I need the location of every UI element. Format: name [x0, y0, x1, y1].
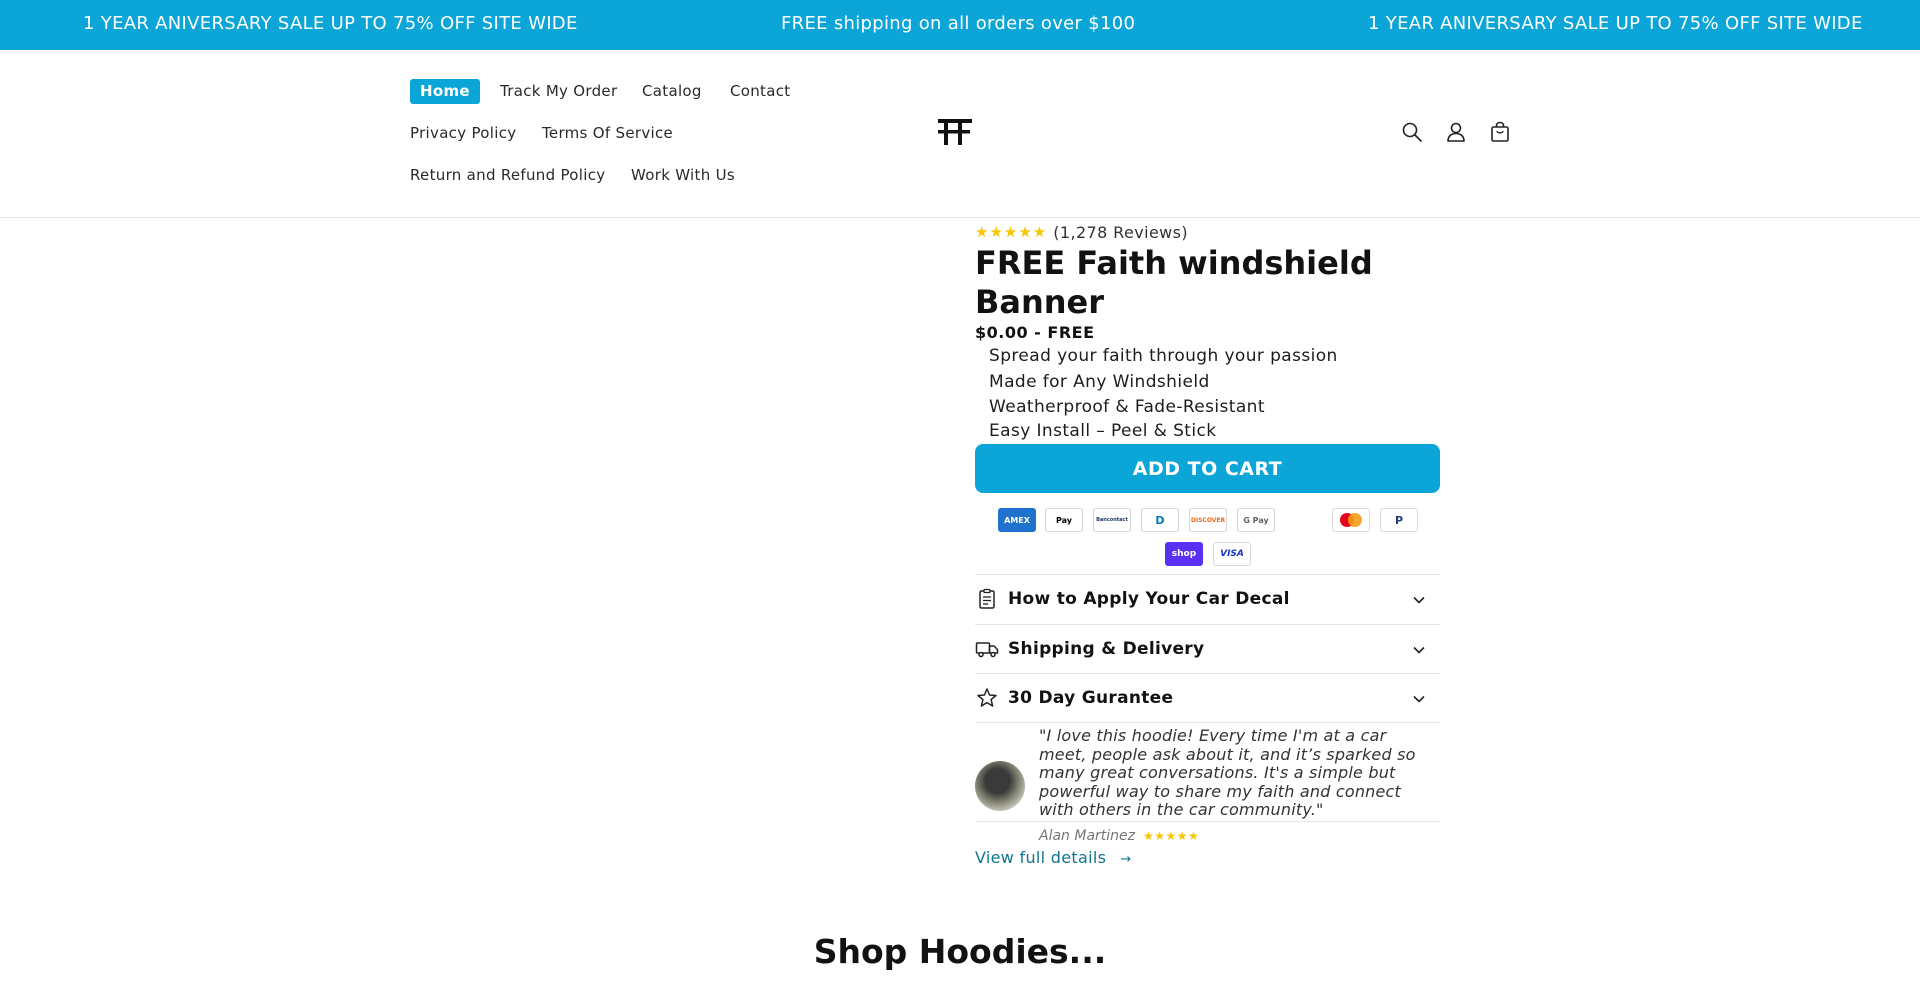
- account-icon[interactable]: [1444, 120, 1468, 144]
- chevron-down-icon: [1413, 695, 1425, 703]
- nav-terms-of-service[interactable]: Terms Of Service: [542, 124, 673, 142]
- accordion-title: How to Apply Your Car Decal: [1008, 589, 1290, 609]
- announcement-text-left: 1 YEAR ANIVERSARY SALE UP TO 75% OFF SIT…: [83, 13, 578, 34]
- bullet-item: Spread your faith through your passion: [989, 346, 1338, 366]
- bancontact-icon: Bancontact: [1093, 508, 1131, 532]
- nav-contact[interactable]: Contact: [730, 82, 790, 100]
- nav-catalog[interactable]: Catalog: [642, 82, 702, 100]
- chevron-down-icon: [1413, 646, 1425, 654]
- product-rating: ★★★★★ (1,278 Reviews): [975, 221, 1188, 243]
- nav-work-with-us[interactable]: Work With Us: [631, 166, 735, 184]
- accordion-shipping-delivery[interactable]: Shipping & Delivery: [975, 624, 1440, 674]
- accordion-30-day-guarantee[interactable]: 30 Day Gurantee: [975, 673, 1440, 723]
- google-pay-icon: G Pay: [1237, 508, 1275, 532]
- product-price: $0.00 - FREE: [975, 323, 1095, 342]
- announcement-bar: 1 YEAR ANIVERSARY SALE UP TO 75% OFF SIT…: [0, 0, 1920, 50]
- accordion-how-to-apply[interactable]: How to Apply Your Car Decal: [975, 574, 1440, 624]
- customer-review: "I love this hoodie! Every time I'm at a…: [975, 722, 1440, 822]
- review-count[interactable]: (1,278 Reviews): [1053, 223, 1188, 242]
- rating-stars-icon: ★★★★★: [975, 223, 1048, 241]
- mastercard-circles-icon: [1340, 513, 1362, 527]
- view-full-details-link[interactable]: View full details →: [975, 848, 1131, 867]
- reviewer-avatar: [975, 761, 1025, 811]
- site-header: Home Track My Order Catalog Contact Priv…: [0, 50, 1920, 218]
- brand-logo-icon[interactable]: [938, 119, 972, 145]
- diners-club-icon: D: [1141, 508, 1179, 532]
- add-to-cart-button[interactable]: ADD TO CART: [975, 444, 1440, 493]
- apple-pay-icon: Pay: [1045, 508, 1083, 532]
- search-icon[interactable]: [1400, 120, 1424, 144]
- reviewer-name: Alan Martinez: [1039, 828, 1135, 844]
- nav-track-my-order[interactable]: Track My Order: [500, 82, 617, 100]
- view-full-details-label: View full details: [975, 848, 1107, 867]
- truck-icon: [975, 642, 999, 658]
- accordion-title: 30 Day Gurantee: [1008, 688, 1174, 708]
- discover-icon: DISCOVER: [1189, 508, 1227, 532]
- announcement-text-right: 1 YEAR ANIVERSARY SALE UP TO 75% OFF SIT…: [1368, 13, 1863, 34]
- arrow-right-icon: →: [1120, 852, 1132, 867]
- bullet-item: Weatherproof & Fade-Resistant: [989, 397, 1265, 417]
- cart-icon[interactable]: [1488, 120, 1512, 144]
- shop-pay-icon: shop: [1165, 542, 1203, 566]
- product-title: FREE Faith windshield Banner: [975, 244, 1373, 321]
- bullet-item: Easy Install – Peel & Stick: [989, 421, 1217, 441]
- clipboard-icon: [979, 588, 995, 609]
- reviewer-stars-icon: ★★★★★: [1143, 829, 1200, 843]
- visa-icon: VISA: [1213, 542, 1251, 566]
- star-outline-icon: [977, 688, 997, 707]
- chevron-down-icon: [1413, 596, 1425, 604]
- accordion-title: Shipping & Delivery: [1008, 639, 1205, 659]
- nav-home[interactable]: Home: [410, 79, 480, 104]
- nav-return-refund-policy[interactable]: Return and Refund Policy: [410, 166, 605, 184]
- bullet-item: Made for Any Windshield: [989, 372, 1210, 392]
- section-heading: Shop Hoodies...: [813, 932, 1107, 971]
- amex-icon: AMEX: [998, 508, 1036, 532]
- nav-privacy-policy[interactable]: Privacy Policy: [410, 124, 516, 142]
- paypal-icon: P: [1380, 508, 1418, 532]
- mastercard-icon: [1332, 508, 1370, 532]
- announcement-text-center: FREE shipping on all orders over $100: [781, 13, 1136, 34]
- review-quote: "I love this hoodie! Every time I'm at a…: [1039, 726, 1416, 819]
